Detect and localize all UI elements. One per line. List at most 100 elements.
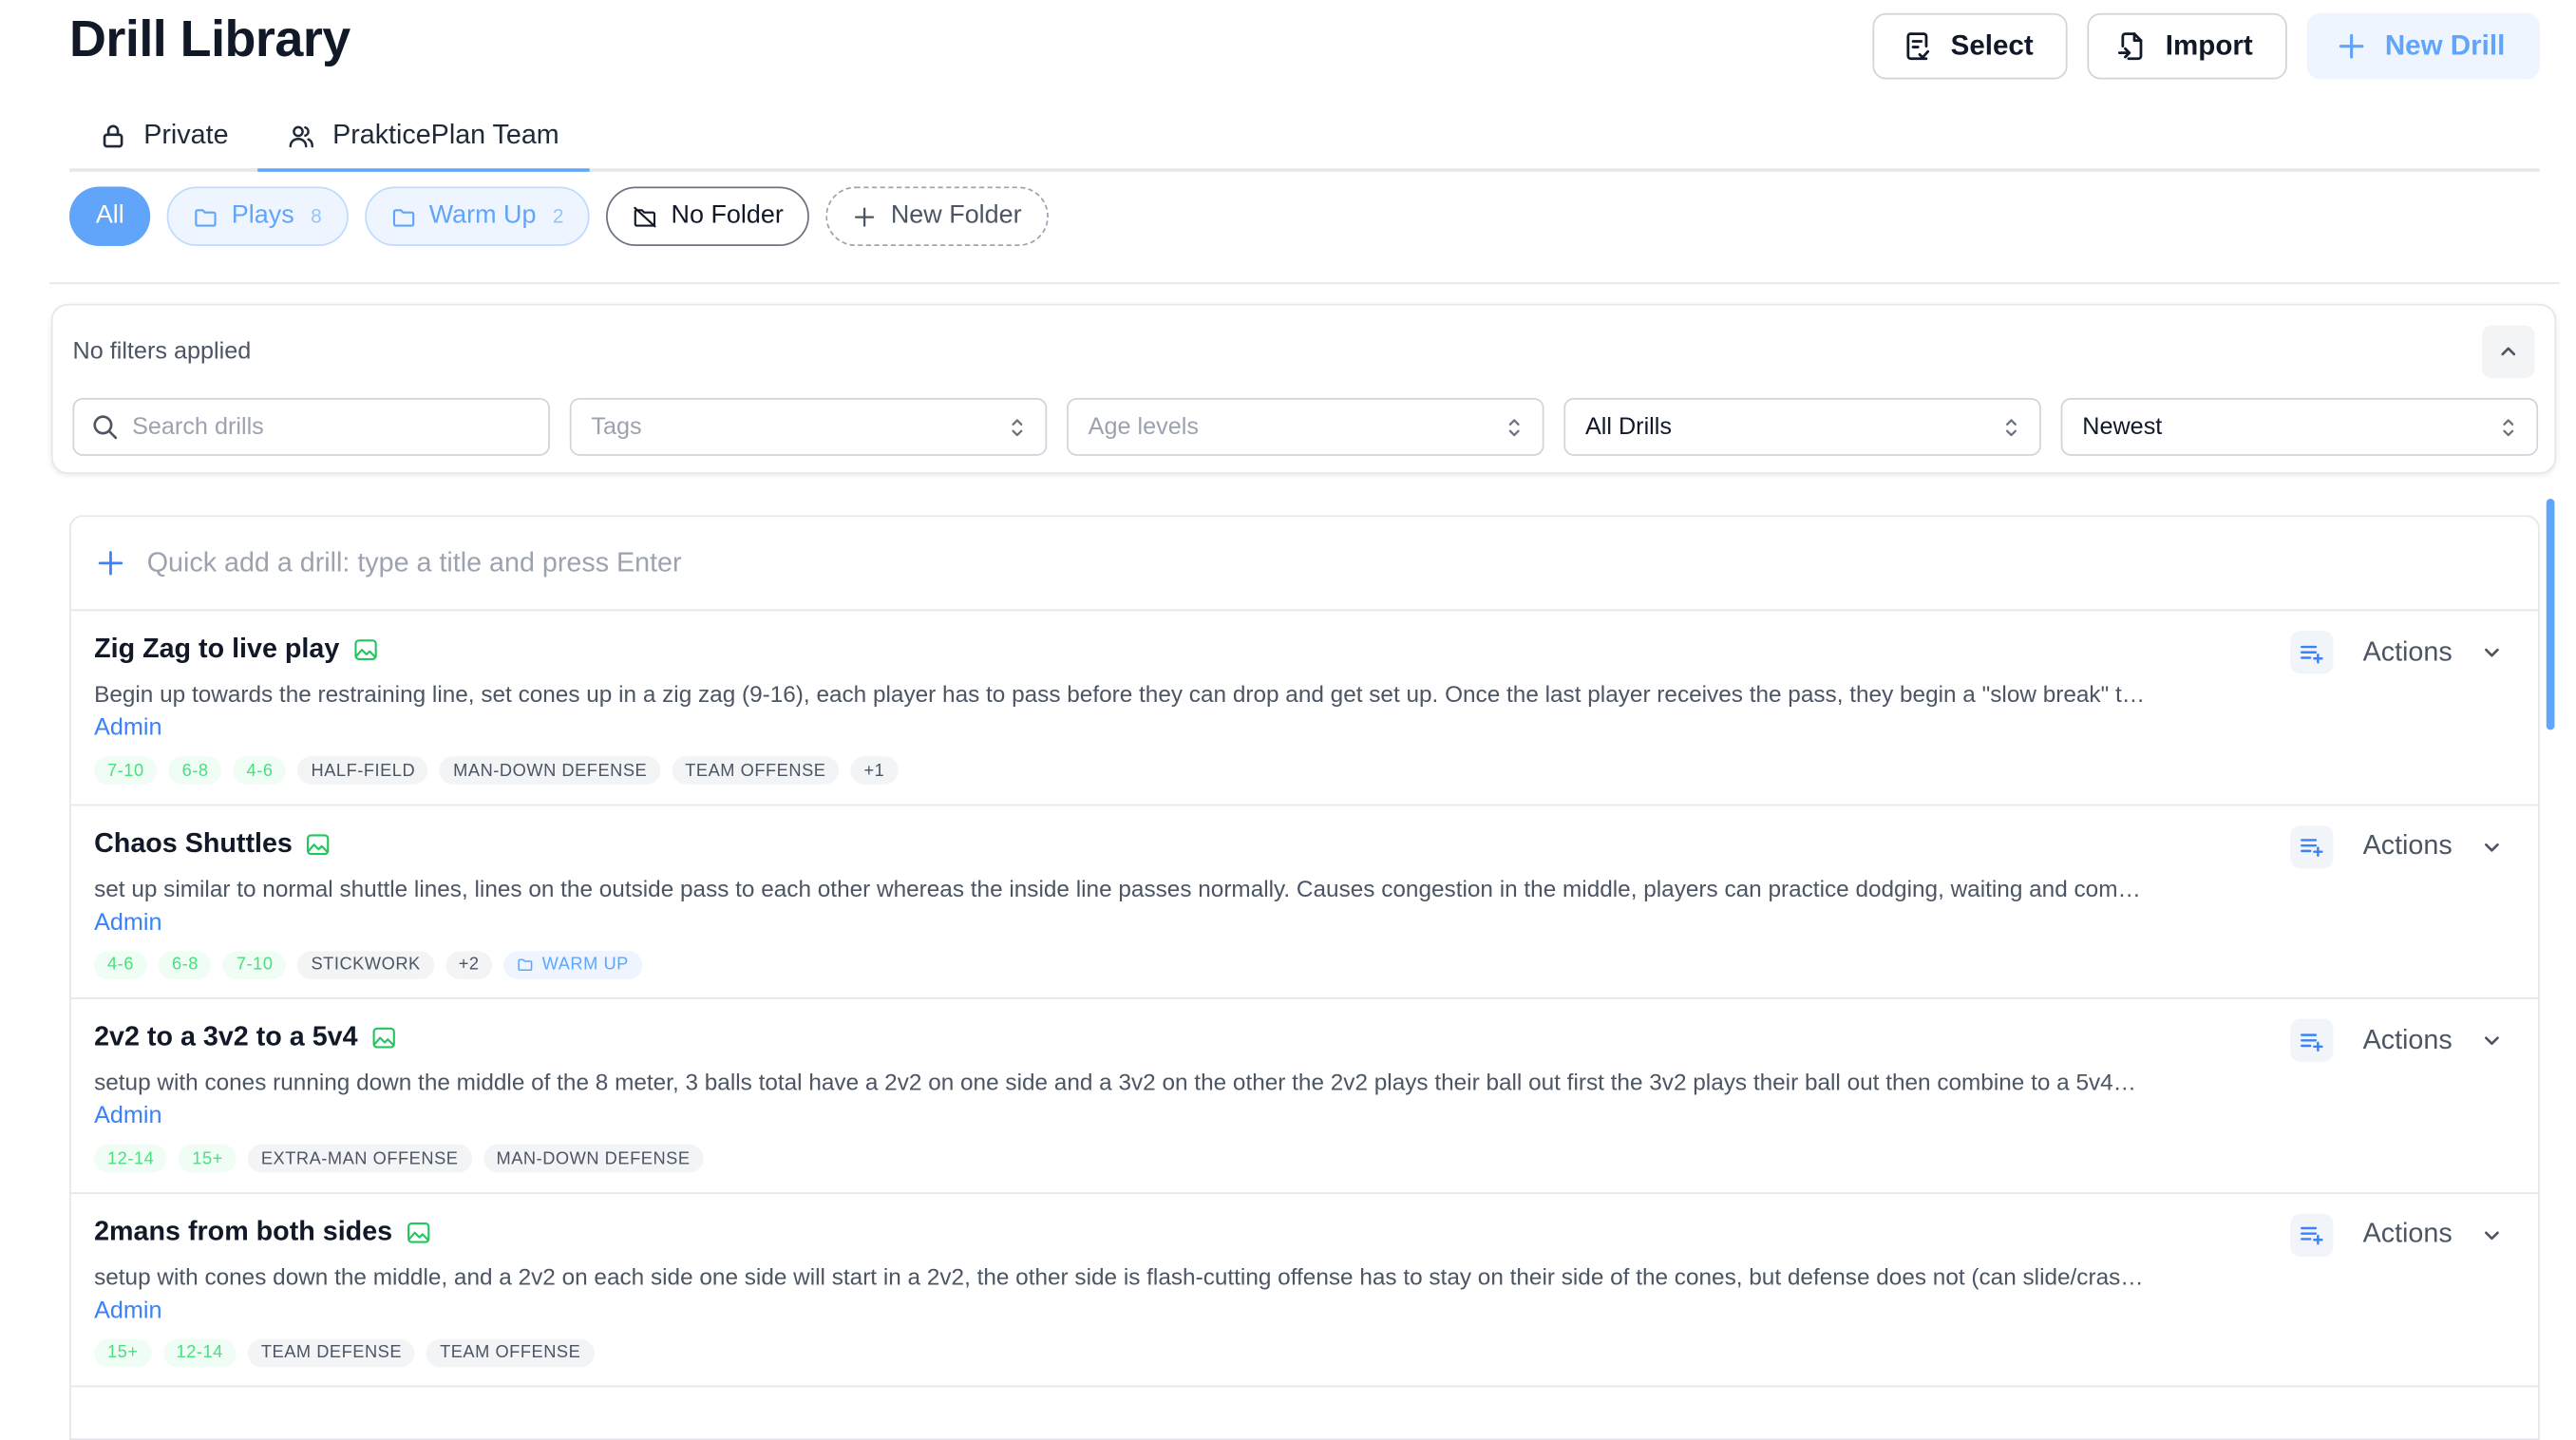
collapse-filters-button[interactable] xyxy=(2481,325,2535,379)
users-icon xyxy=(290,124,314,147)
tag-label: 6-8 xyxy=(181,760,209,781)
tag-label: TEAM OFFENSE xyxy=(440,1342,581,1363)
tag-label: WARM UP xyxy=(541,954,629,975)
folder-chip-plays[interactable]: Plays 8 xyxy=(166,186,349,247)
chevron-down-icon xyxy=(2485,1230,2499,1240)
drill-scope-select[interactable]: All Drills xyxy=(1563,397,2041,456)
file-import-icon xyxy=(2118,32,2143,61)
add-to-plan-button[interactable] xyxy=(2290,631,2334,674)
drill-row[interactable]: 2v2 to a 3v2 to a 5v4 setup with cones ru… xyxy=(70,999,2539,1194)
chevron-up-down-icon xyxy=(2006,419,2017,437)
drill-title-text: Zig Zag to live play xyxy=(94,634,340,664)
actions-label: Actions xyxy=(2362,830,2453,861)
search-input[interactable]: Search drills xyxy=(72,397,550,456)
actions-label: Actions xyxy=(2362,1219,2453,1249)
drill-tags: 7-10 6-8 4-6 HALF-FIELD MAN-DOWN DEFENSE TEAM… xyxy=(94,756,899,785)
folder-chip-plays-label: Plays xyxy=(231,201,294,230)
drill-list: Quick add a drill: type a title and pres… xyxy=(69,515,2540,1440)
chevron-down-icon xyxy=(2485,648,2499,657)
select-button-label: Select xyxy=(1950,29,2034,62)
add-to-plan-button[interactable] xyxy=(2290,1212,2334,1257)
new-folder-button[interactable]: New Folder xyxy=(826,186,1049,247)
drill-title[interactable]: Chaos Shuttles xyxy=(94,828,331,860)
age-tag: 6-8 xyxy=(159,950,212,979)
quick-add-input[interactable]: Quick add a drill: type a title and pres… xyxy=(70,517,2539,612)
folder-chip-no-folder[interactable]: No Folder xyxy=(606,186,810,247)
folder-chip-no-folder-label: No Folder xyxy=(671,201,784,230)
import-button-label: Import xyxy=(2165,29,2253,62)
tags-select[interactable]: Tags xyxy=(569,397,1048,456)
tab-team-label: PrakticePlan Team xyxy=(332,120,559,150)
image-icon xyxy=(307,833,330,855)
tag-label: 6-8 xyxy=(171,954,199,975)
search-icon xyxy=(93,415,118,440)
tab-private[interactable]: Private xyxy=(69,103,258,169)
drill-title[interactable]: 2mans from both sides xyxy=(94,1216,430,1247)
tag-label: +2 xyxy=(458,954,480,975)
filter-status: No filters applied xyxy=(72,338,252,366)
tag-label: 12-14 xyxy=(107,1148,155,1168)
actions-label: Actions xyxy=(2362,636,2453,667)
add-to-plan-button[interactable] xyxy=(2290,824,2334,868)
plus-icon xyxy=(855,206,875,226)
actions-dropdown[interactable]: Actions xyxy=(2350,636,2509,668)
drill-owner-link[interactable]: Admin xyxy=(94,1298,161,1324)
category-tag: +2 xyxy=(445,950,493,979)
drill-row[interactable]: Zig Zag to live play Begin up towards the… xyxy=(70,611,2539,805)
tag-label: 12-14 xyxy=(176,1342,223,1363)
category-tag: MAN-DOWN DEFENSE xyxy=(483,1144,704,1173)
drill-row-actions: Actions xyxy=(2290,631,2509,674)
add-to-plan-button[interactable] xyxy=(2290,1018,2334,1062)
folder-tag: WARM UP xyxy=(503,950,642,979)
folder-chip-all-label: All xyxy=(95,201,124,230)
drill-title[interactable]: Zig Zag to live play xyxy=(94,635,377,666)
tags-placeholder: Tags xyxy=(591,413,642,441)
folder-chip-warm-up-count: 2 xyxy=(552,204,564,228)
drill-tags: 12-14 15+ EXTRA-MAN OFFENSE MAN-DOWN DEFENS… xyxy=(94,1144,704,1173)
folder-off-icon xyxy=(634,205,657,227)
drill-owner-link[interactable]: Admin xyxy=(94,909,161,936)
tag-label: STICKWORK xyxy=(311,954,421,975)
select-button[interactable]: Select xyxy=(1872,12,2069,80)
tag-label: EXTRA-MAN OFFENSE xyxy=(260,1148,459,1168)
actions-label: Actions xyxy=(2362,1024,2453,1055)
new-drill-button[interactable]: New Drill xyxy=(2307,12,2540,80)
drill-title-text: Chaos Shuttles xyxy=(94,827,293,859)
new-drill-button-label: New Drill xyxy=(2384,29,2506,62)
category-tag: +1 xyxy=(850,756,899,785)
age-tag: 4-6 xyxy=(233,756,287,785)
drill-description: setup with cones running down the middle… xyxy=(94,1068,2137,1095)
add-to-plan-icon xyxy=(2301,839,2324,857)
plus-icon xyxy=(98,551,123,576)
tag-label: +1 xyxy=(863,760,885,781)
age-tag: 7-10 xyxy=(94,756,158,785)
category-tag: TEAM OFFENSE xyxy=(672,756,840,785)
plus-icon xyxy=(2339,33,2364,59)
import-button[interactable]: Import xyxy=(2088,12,2288,80)
image-icon xyxy=(371,1027,395,1049)
tab-team[interactable]: PrakticePlan Team xyxy=(257,103,589,172)
actions-dropdown[interactable]: Actions xyxy=(2350,1219,2509,1250)
folder-chip-all[interactable]: All xyxy=(69,186,151,247)
drill-title[interactable]: 2v2 to a 3v2 to a 5v4 xyxy=(94,1022,395,1053)
age-tag: 15+ xyxy=(94,1338,152,1367)
sort-select[interactable]: Newest xyxy=(2060,397,2539,456)
list-scrollbar[interactable] xyxy=(2546,499,2555,730)
category-tag: STICKWORK xyxy=(297,950,434,979)
folder-chip-warm-up[interactable]: Warm Up 2 xyxy=(364,186,591,247)
drill-owner-link[interactable]: Admin xyxy=(94,1103,161,1129)
drill-tags: 4-6 6-8 7-10 STICKWORK +2 WARM UP xyxy=(94,950,642,979)
drill-description: Begin up towards the restraining line, s… xyxy=(94,680,2150,708)
tag-label: 7-10 xyxy=(107,760,144,781)
header-actions: Select Import New Drill xyxy=(1872,12,2540,80)
drill-title-text: 2v2 to a 3v2 to a 5v4 xyxy=(94,1022,358,1052)
age-levels-select[interactable]: Age levels xyxy=(1067,397,1544,456)
tag-label: 15+ xyxy=(192,1148,223,1168)
actions-dropdown[interactable]: Actions xyxy=(2350,830,2509,862)
folder-icon xyxy=(195,208,218,226)
actions-dropdown[interactable]: Actions xyxy=(2350,1025,2509,1056)
drill-owner-link[interactable]: Admin xyxy=(94,715,161,742)
drill-row[interactable]: Chaos Shuttles set up similar to normal s… xyxy=(70,805,2539,999)
tag-label: MAN-DOWN DEFENSE xyxy=(496,1148,691,1168)
drill-row[interactable]: 2mans from both sides setup with cones do… xyxy=(70,1193,2539,1388)
